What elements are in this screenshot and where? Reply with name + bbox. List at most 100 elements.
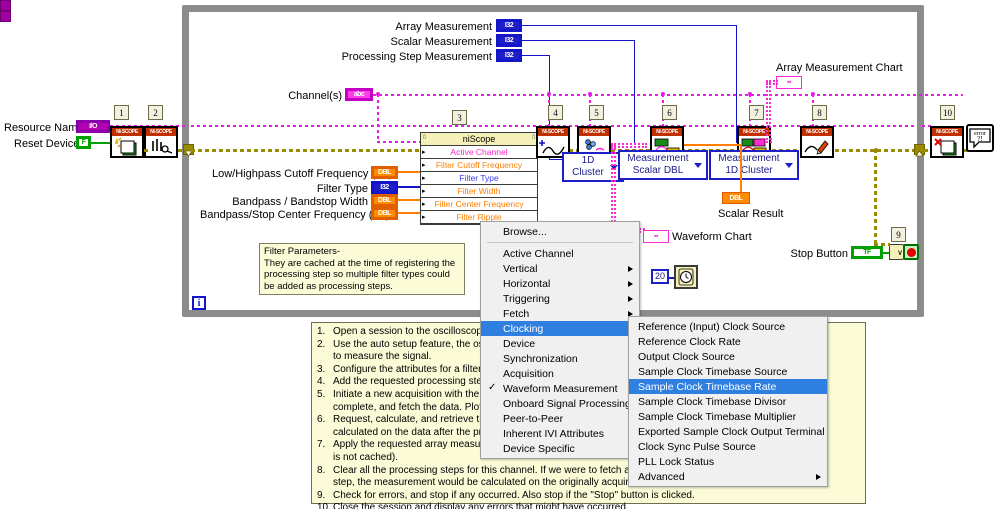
context-menu-item-waveform-measurement[interactable]: ✓ Waveform Measurement <box>481 381 639 396</box>
loop-condition-terminal[interactable] <box>903 244 919 260</box>
scalar-measurement-label: Scalar Measurement <box>390 36 493 48</box>
chevron-right-icon <box>628 265 633 272</box>
bandpass-width-terminal[interactable]: DBL <box>371 194 398 207</box>
context-menu-item-triggering[interactable]: Triggering <box>481 291 639 306</box>
wire-filter-width <box>398 199 422 201</box>
context-menu-item-device[interactable]: Device <box>481 336 639 351</box>
context-menu-item-fetch[interactable]: Fetch <box>481 306 639 321</box>
submenu-item-reference-clock-rate[interactable]: Reference Clock Rate <box>629 334 827 349</box>
processing-step-measurement-terminal[interactable]: I32 <box>496 49 522 62</box>
input-arrow-icon: ▸ <box>422 214 426 221</box>
close-session-icon <box>932 136 962 156</box>
submenu-item-clock-sync-pulse-source[interactable]: Clock Sync Pulse Source <box>629 439 827 454</box>
niscope-initialize-node[interactable]: NI-SCOPE <box>110 126 144 158</box>
niscope-clear-processing-steps-node[interactable]: NI-SCOPE <box>800 126 834 158</box>
wire-scalar-result-h <box>684 144 742 146</box>
ni-scope-badge: NI-SCOPE <box>802 128 832 136</box>
submenu-item-exported-sample-clock-output-terminal[interactable]: Exported Sample Clock Output Terminal <box>629 424 827 439</box>
lowhighpass-cutoff-label: Low/Highpass Cutoff Frequency (Hz) <box>212 168 393 180</box>
context-menu-item-device-specific[interactable]: Device Specific <box>481 441 639 456</box>
doc-number: 5. <box>317 388 326 400</box>
loop-tunnel-refnum-out[interactable] <box>0 11 11 22</box>
lowhighpass-cutoff-terminal[interactable]: DBL <box>371 166 398 179</box>
refnum-in-icon: ▯ <box>423 134 426 140</box>
property-row-filter-type[interactable]: ▸ Filter Type <box>421 172 537 185</box>
stop-button-label: Stop Button <box>790 248 849 260</box>
stop-button-terminal[interactable]: TF <box>851 246 883 259</box>
menu-item-label: Clocking <box>503 322 544 335</box>
ni-scope-badge: NI-SCOPE <box>538 128 568 136</box>
context-menu-item-acquisition[interactable]: Acquisition <box>481 366 639 381</box>
input-arrow-icon: ▸ <box>422 149 426 156</box>
wire-procstep-meas-h <box>522 55 550 56</box>
property-node-header: ▯ niScope ▯ <box>421 133 537 146</box>
filter-type-terminal[interactable]: I32 <box>371 181 398 194</box>
submenu-item-pll-lock-status[interactable]: PLL Lock Status <box>629 454 827 469</box>
submenu-item-sample-clock-timebase-source[interactable]: Sample Clock Timebase Source <box>629 364 827 379</box>
input-arrow-icon: ▸ <box>422 162 426 169</box>
bandpass-width-label: Bandpass / Bandstop Width <box>232 196 368 208</box>
menu-item-label: Sample Clock Timebase Multiplier <box>638 410 797 423</box>
submenu-item-sample-clock-timebase-divisor[interactable]: Sample Clock Timebase Divisor <box>629 394 827 409</box>
clocking-submenu[interactable]: Reference (Input) Clock Source Reference… <box>628 316 828 487</box>
property-label: Filter Cutoff Frequency <box>435 160 523 170</box>
wire-channels-to-prop <box>377 94 379 142</box>
resource-name-terminal[interactable]: I/O <box>76 120 110 133</box>
channels-terminal[interactable]: abc <box>345 88 373 101</box>
doc-number: 1. <box>317 326 326 337</box>
refnum-out-icon: ▯ <box>532 134 535 140</box>
menu-item-label: Sample Clock Timebase Source <box>638 365 788 378</box>
niscope-close-node[interactable]: NI-SCOPE <box>930 126 964 158</box>
svg-text:?!: ?! <box>977 135 982 143</box>
resource-name-label: Resource Name <box>4 122 84 134</box>
property-row-filter-cutoff-frequency[interactable]: ▸ Filter Cutoff Frequency <box>421 159 537 172</box>
context-menu-item-horizontal[interactable]: Horizontal <box>481 276 639 291</box>
context-menu-item-onboard-signal-processing[interactable]: Onboard Signal Processing <box>481 396 639 411</box>
context-menu-item-browse[interactable]: Browse... <box>481 224 639 239</box>
property-row-filter-center-frequency[interactable]: ▸ Filter Center Frequency <box>421 198 537 211</box>
doc-number: 10. <box>317 502 331 509</box>
context-menu-item-inherent-ivi-attributes[interactable]: Inherent IVI Attributes <box>481 426 639 441</box>
property-row-active-channel[interactable]: ▸ Active Channel <box>421 146 537 159</box>
array-measurement-terminal[interactable]: I32 <box>496 19 522 32</box>
property-label: Filter Width <box>457 186 501 196</box>
submenu-item-output-clock-source[interactable]: Output Clock Source <box>629 349 827 364</box>
step-marker-5: 5 <box>589 105 604 120</box>
measurement-scalar-enum[interactable]: Measurement Scalar DBL <box>618 150 708 180</box>
wire-error-1-2 <box>144 149 148 152</box>
enum-value-line2: Scalar DBL <box>632 165 684 176</box>
submenu-item-sample-clock-timebase-rate[interactable]: Sample Clock Timebase Rate <box>629 379 827 394</box>
waveform-chart-terminal[interactable]: ▪▪ <box>643 230 669 243</box>
bandpass-center-freq-terminal[interactable]: DBL <box>371 207 398 220</box>
wire-scalar-meas-h <box>522 40 635 41</box>
scalar-measurement-terminal[interactable]: I32 <box>496 34 522 47</box>
context-menu-item-synchronization[interactable]: Synchronization <box>481 351 639 366</box>
niscope-property-node[interactable]: ▯ niScope ▯ ▸ Active Channel ▸ Filter Cu… <box>420 132 538 225</box>
filter-type-label: Filter Type <box>316 183 368 195</box>
menu-item-label: Sample Clock Timebase Rate <box>638 380 777 393</box>
input-arrow-icon: ▸ <box>422 175 426 182</box>
loop-tunnel-refnum-in[interactable] <box>0 0 11 11</box>
menu-item-label: Horizontal <box>503 277 551 290</box>
context-menu-item-vertical[interactable]: Vertical <box>481 261 639 276</box>
simple-error-handler-node[interactable]: error ?! <box>966 124 994 152</box>
reset-device-terminal[interactable]: F <box>76 136 91 149</box>
property-context-menu[interactable]: Browse... Active Channel Vertical Horizo… <box>480 221 640 459</box>
vi-icon-body <box>932 136 962 156</box>
context-menu-separator <box>487 242 633 243</box>
niscope-auto-setup-node[interactable]: NI-SCOPE <box>144 126 178 158</box>
submenu-item-advanced[interactable]: Advanced <box>629 469 827 484</box>
wait-constant[interactable]: 20 <box>651 269 670 284</box>
step-marker-7: 7 <box>749 105 764 120</box>
measurement-cluster-enum[interactable]: Measurement 1D Cluster <box>709 150 799 180</box>
context-menu-item-active-channel[interactable]: Active Channel <box>481 246 639 261</box>
property-row-filter-width[interactable]: ▸ Filter Width <box>421 185 537 198</box>
stop-indicator-dot <box>906 247 916 257</box>
submenu-item-sample-clock-timebase-multiplier[interactable]: Sample Clock Timebase Multiplier <box>629 409 827 424</box>
array-measurement-chart-terminal[interactable]: ▪▪ <box>776 76 802 89</box>
context-menu-item-clocking[interactable]: Clocking <box>481 321 639 336</box>
context-menu-item-peer-to-peer[interactable]: Peer-to-Peer <box>481 411 639 426</box>
scalar-result-terminal[interactable]: DBL <box>722 192 750 204</box>
submenu-item-reference-input-clock-source[interactable]: Reference (Input) Clock Source <box>629 319 827 334</box>
wait-ms-node[interactable] <box>674 265 698 289</box>
